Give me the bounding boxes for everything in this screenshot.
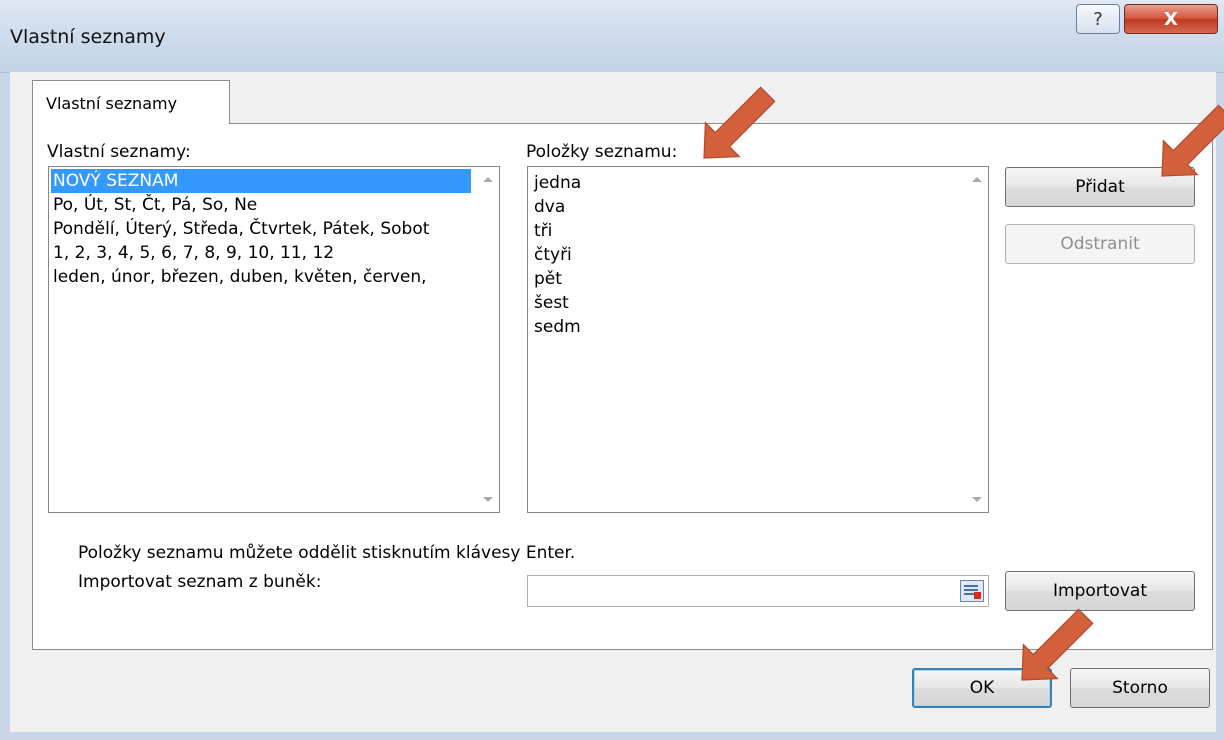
- arrow-icon: [703, 86, 776, 159]
- arrow-icon: [1021, 608, 1094, 681]
- arrow-icon: [1161, 104, 1224, 177]
- annotation-layer: [703, 86, 1224, 681]
